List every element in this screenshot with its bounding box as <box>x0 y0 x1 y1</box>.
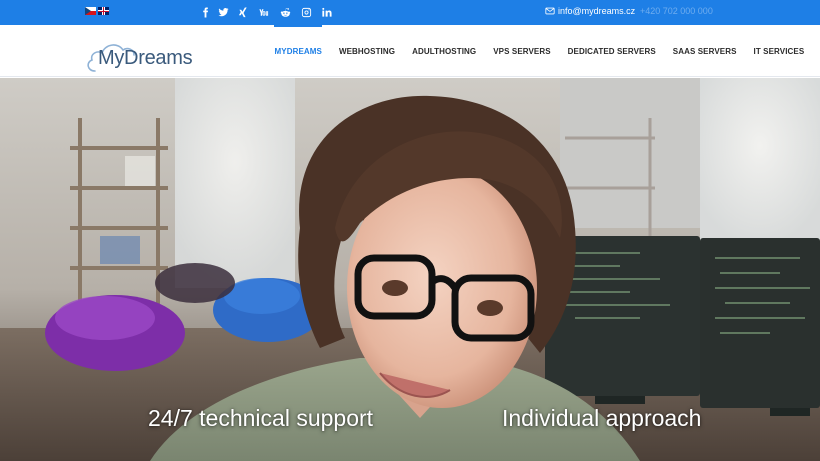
nav-item-adulthosting[interactable]: ADULTHOSTING <box>404 25 485 77</box>
nav-item-it-services[interactable]: IT SERVICES <box>745 25 813 77</box>
nav-item-webhosting[interactable]: WEBHOSTING <box>330 25 403 77</box>
reddit-icon[interactable] <box>278 5 292 19</box>
twitter-icon[interactable] <box>216 5 230 19</box>
email-link[interactable]: info@mydreams.cz <box>545 6 635 16</box>
xing-icon[interactable] <box>236 5 250 19</box>
instagram-icon[interactable] <box>299 5 313 19</box>
linkedin-icon[interactable] <box>319 5 333 19</box>
main-navbar: MyDreams MYDREAMS WEBHOSTING ADULTHOSTIN… <box>0 25 820 77</box>
mydreams-logo[interactable]: MyDreams <box>85 33 193 72</box>
main-menu: MYDREAMS WEBHOSTING ADULTHOSTING VPS SER… <box>266 25 813 77</box>
facebook-icon[interactable] <box>198 5 212 19</box>
nav-item-saas-servers[interactable]: SAAS SERVERS <box>664 25 745 77</box>
feature-support-text: 24/7 technical support <box>148 405 374 431</box>
nav-item-vps-servers[interactable]: VPS SERVERS <box>485 25 559 77</box>
top-bar: info@mydreams.cz +420 702 000 000 <box>0 0 820 25</box>
youtube-icon[interactable] <box>256 5 270 19</box>
email-address: info@mydreams.cz <box>558 6 636 16</box>
english-flag-icon[interactable] <box>98 7 109 15</box>
logo-text: MyDreams <box>98 47 193 69</box>
hero-photo <box>0 78 820 461</box>
hero-banner: 24/7 technical support Individual approa… <box>0 78 820 461</box>
envelope-icon <box>545 7 555 15</box>
nav-item-dedicated-servers[interactable]: DEDICATED SERVERS <box>559 25 664 77</box>
feature-approach-text: Individual approach <box>502 405 702 431</box>
czech-flag-icon[interactable] <box>85 7 96 15</box>
nav-item-mydreams[interactable]: MYDREAMS <box>266 25 330 77</box>
phone-number[interactable]: +420 702 000 000 <box>640 6 713 16</box>
